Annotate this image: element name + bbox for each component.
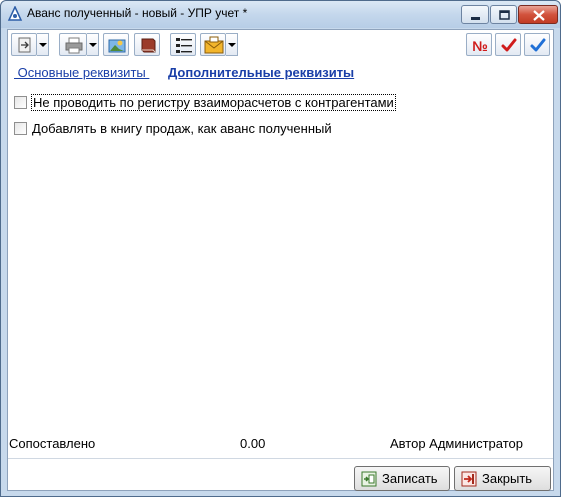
number-icon: №	[472, 38, 488, 54]
checkbox-row-sales-book[interactable]: Добавлять в книгу продаж, как аванс полу…	[14, 120, 333, 137]
mail-dropdown-button[interactable]	[226, 33, 238, 56]
journal-button[interactable]	[134, 33, 160, 56]
checkbox-label-sales-book: Добавлять в книгу продаж, как аванс полу…	[32, 121, 332, 136]
open-image-button[interactable]	[103, 33, 129, 56]
structure-icon	[176, 38, 192, 53]
checkbox-sales-book[interactable]	[14, 122, 27, 135]
post-button[interactable]	[495, 33, 521, 56]
author-label: Автор Администратор	[390, 436, 523, 451]
book-icon	[141, 38, 156, 53]
check-blue-icon	[530, 38, 546, 52]
save-button[interactable]: Записать	[354, 466, 450, 491]
form-body: № Основные реквизиты Дополнительные рекв…	[7, 29, 554, 491]
printer-icon	[65, 37, 83, 54]
number-button[interactable]: №	[466, 33, 492, 56]
save-button-label: Записать	[382, 471, 438, 486]
structure-button[interactable]	[170, 33, 196, 56]
print-dropdown-button[interactable]	[87, 33, 99, 56]
number-sign: №	[472, 38, 488, 54]
document-actions-icon	[18, 37, 31, 53]
tab-additional-details[interactable]: Дополнительные реквизиты	[168, 65, 354, 80]
matched-amount: 0.00	[240, 436, 266, 451]
open-picture-icon	[108, 39, 126, 53]
close-icon	[533, 10, 545, 21]
check-red-icon	[501, 38, 517, 52]
maximize-button[interactable]	[490, 5, 517, 24]
minimize-button[interactable]	[461, 5, 489, 24]
maximize-icon	[499, 10, 510, 20]
toolbar: №	[8, 30, 553, 60]
exit-icon	[461, 471, 477, 486]
post-and-close-button[interactable]	[524, 33, 550, 56]
close-window-button[interactable]	[518, 5, 558, 24]
checkbox-no-settlement[interactable]	[14, 96, 27, 109]
checkbox-row-no-settlement[interactable]: Не проводить по регистру взаиморасчетов …	[14, 94, 396, 111]
actions-button[interactable]	[11, 33, 37, 56]
tab-basic-details[interactable]: Основные реквизиты	[14, 65, 149, 80]
checkbox-label-no-settlement: Не проводить по регистру взаиморасчетов …	[31, 94, 396, 111]
app-logo-icon	[7, 6, 23, 21]
window-title: Аванс полученный - новый - УПР учет *	[27, 6, 248, 20]
close-button-label: Закрыть	[482, 471, 533, 486]
document-window: Аванс полученный - новый - УПР учет * № …	[0, 0, 561, 497]
mail-button[interactable]	[200, 33, 226, 56]
matched-label: Сопоставлено	[9, 436, 96, 451]
title-bar[interactable]: Аванс полученный - новый - УПР учет *	[1, 1, 560, 28]
envelope-folder-icon	[204, 36, 224, 54]
close-button[interactable]: Закрыть	[454, 466, 551, 491]
save-icon	[361, 471, 377, 486]
print-button[interactable]	[59, 33, 87, 56]
actions-dropdown-button[interactable]	[37, 33, 49, 56]
footer-divider	[8, 458, 553, 459]
minimize-icon	[471, 17, 480, 20]
